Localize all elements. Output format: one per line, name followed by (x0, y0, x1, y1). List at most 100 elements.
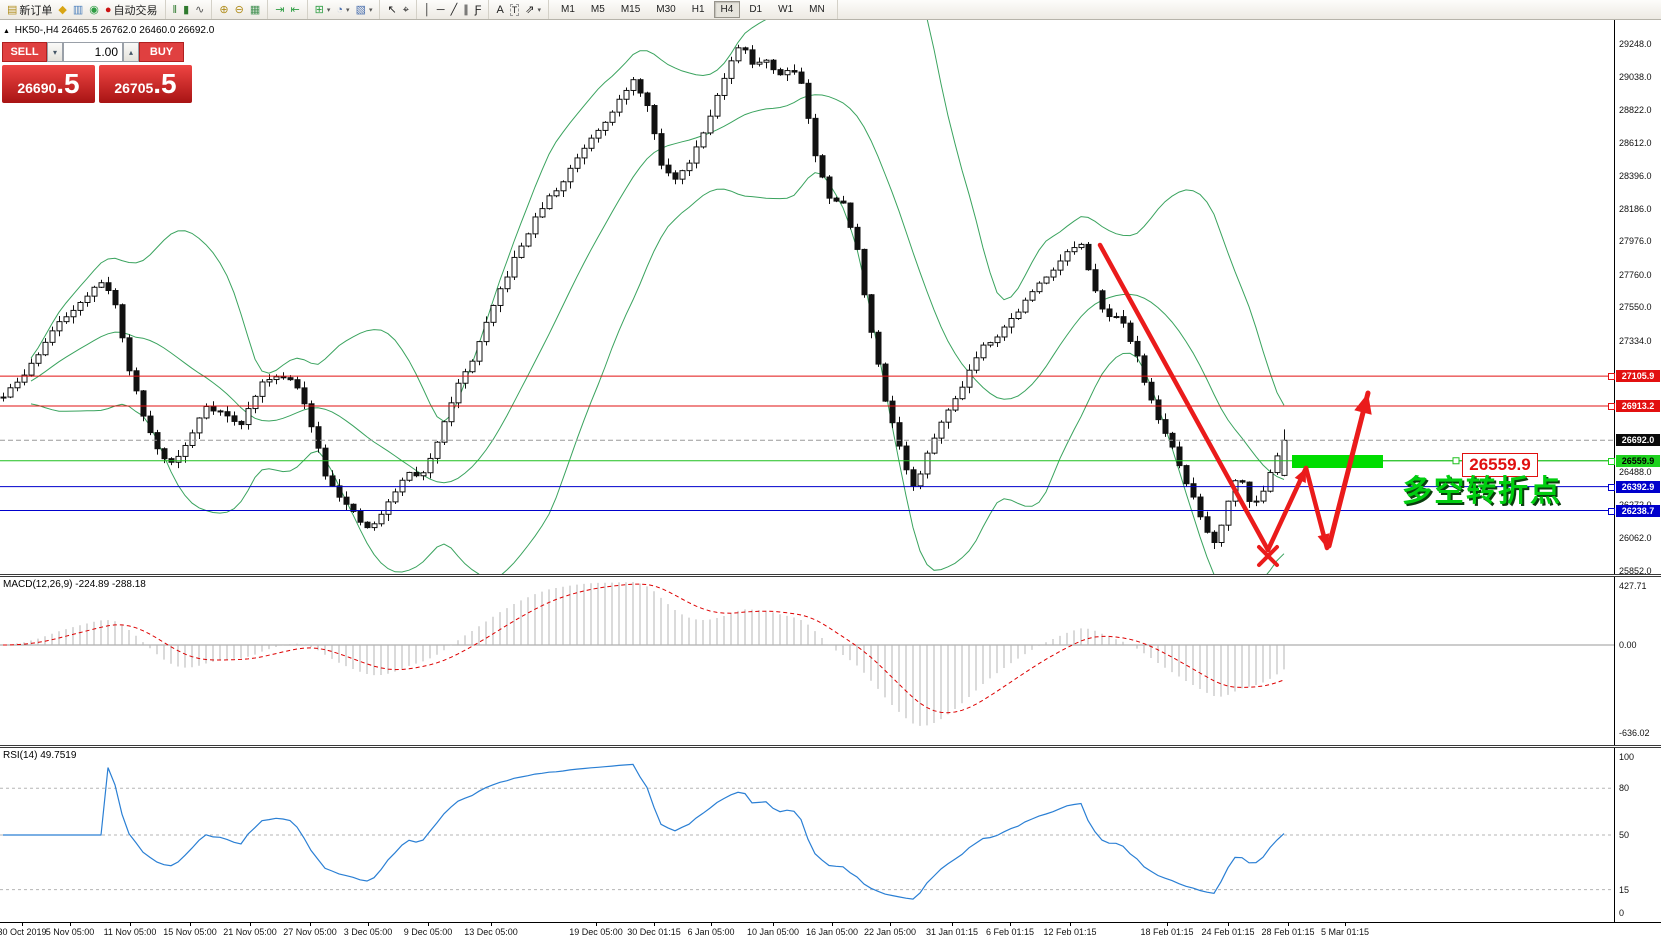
indicators-icon: ⊞ (315, 2, 324, 18)
time-axis-label: 19 Dec 05:00 (569, 927, 623, 937)
time-axis-label: 27 Nov 05:00 (283, 927, 337, 937)
price-axis-tick: 29038.0 (1619, 72, 1652, 82)
time-axis-label: 5 Nov 05:00 (46, 927, 95, 937)
time-axis-label: 22 Jan 05:00 (864, 927, 916, 937)
time-axis-tick (428, 922, 429, 926)
macd-axis-tick: 0.00 (1619, 640, 1637, 650)
crosshair-button[interactable]: ⌖ (400, 2, 412, 18)
timeframe-m1-button[interactable]: M1 (554, 1, 582, 18)
time-axis-tick (310, 922, 311, 926)
arrows-button[interactable]: ⇗▾ (522, 2, 544, 18)
indicators-button[interactable]: ⊞▾ (312, 2, 334, 18)
volume-increase-button[interactable]: ▴ (123, 42, 139, 62)
toolbar: ▤新订单◆▥◉●自动交易ǁ▮∿⊕⊖▦⇥⇤⊞▾◔▾▧▾↖⌖│─╱∥ƑAT⇗▾M1M… (0, 0, 1661, 20)
auto-scroll-button[interactable]: ⇥ (272, 2, 287, 18)
indicators-dropdown-icon[interactable]: ▾ (327, 6, 331, 14)
price-axis-tick: 28396.0 (1619, 171, 1652, 181)
fibonacci-button[interactable]: Ƒ (472, 2, 485, 18)
chart-shift-button[interactable]: ⇤ (287, 2, 302, 18)
text-icon: A (496, 2, 503, 18)
autotrading-button[interactable]: ●自动交易 (102, 2, 161, 18)
text-button[interactable]: A (493, 2, 506, 18)
timeframe-w1-button[interactable]: W1 (771, 1, 800, 18)
buy-button[interactable]: BUY (139, 42, 184, 62)
time-axis-tick (70, 922, 71, 926)
tile-windows-button[interactable]: ▦ (247, 2, 263, 18)
bar-chart-icon: ǁ (173, 2, 178, 18)
templates-button[interactable]: ▧▾ (353, 2, 376, 18)
bar-chart-button[interactable]: ǁ (170, 2, 181, 18)
screens-icon: ▥ (73, 2, 83, 18)
time-axis-label: 15 Nov 05:00 (163, 927, 217, 937)
channel-button[interactable]: ∥ (460, 2, 472, 18)
new-order-button[interactable]: ▤新订单 (4, 2, 55, 18)
time-axis-tick (491, 922, 492, 926)
time-axis-tick (250, 922, 251, 926)
time-axis-tick (1070, 922, 1071, 926)
price-level-chip: 26238.7 (1616, 505, 1660, 517)
volume-input[interactable] (63, 42, 123, 62)
zoom-out-button[interactable]: ⊖ (232, 2, 247, 18)
crosshair-icon: ⌖ (403, 2, 409, 18)
cursor-button[interactable]: ↖ (384, 2, 399, 18)
rsi-canvas[interactable] (0, 748, 1614, 922)
one-click-trading-panel: SELL ▾ ▴ BUY 26690 .5 26705 .5 (2, 42, 192, 103)
new-order-icon: ▤ (7, 2, 17, 18)
macd-axis-tick: -636.02 (1619, 728, 1650, 738)
vertical-line-icon: │ (424, 2, 431, 18)
periods-button[interactable]: ◔▾ (333, 2, 352, 18)
line-chart-icon: ∿ (195, 2, 204, 18)
sell-price-frac: .5 (56, 67, 79, 101)
signals-button[interactable]: ◉ (86, 2, 102, 18)
new-order-label: 新订单 (19, 2, 52, 18)
macd-canvas[interactable] (0, 577, 1614, 745)
zoom-in-button[interactable]: ⊕ (216, 2, 231, 18)
symbol-info-line: ▲ HK50-,H4 26465.5 26762.0 26460.0 26692… (3, 25, 214, 36)
pane-divider[interactable] (0, 745, 1661, 748)
time-axis-label: 9 Dec 05:00 (404, 927, 453, 937)
horizontal-line-button[interactable]: ─ (434, 2, 448, 18)
sell-price-button[interactable]: 26690 .5 (2, 65, 95, 103)
buy-price-button[interactable]: 26705 .5 (99, 65, 192, 103)
timeframe-d1-button[interactable]: D1 (742, 1, 769, 18)
vertical-line-button[interactable]: │ (421, 2, 434, 18)
time-axis-tick (654, 922, 655, 926)
candlestick-chart-button[interactable]: ▮ (180, 2, 192, 18)
sell-button[interactable]: SELL (2, 42, 47, 62)
chart-window-button[interactable]: ◆ (55, 2, 69, 18)
pane-divider[interactable] (0, 574, 1661, 577)
signal-icon: ◉ (89, 2, 99, 18)
templates-dropdown-icon[interactable]: ▾ (369, 6, 373, 14)
time-axis-tick (1228, 922, 1229, 926)
clock-icon: ◔ (336, 2, 343, 18)
price-axis-tick: 27976.0 (1619, 236, 1652, 246)
timeframe-h4-button[interactable]: H4 (714, 1, 741, 18)
time-axis-label: 10 Jan 05:00 (747, 927, 799, 937)
template-icon: ▧ (356, 2, 366, 18)
timeframe-m15-button[interactable]: M15 (614, 1, 647, 18)
auto-scroll-icon: ⇥ (275, 2, 284, 18)
time-axis-label: 6 Feb 01:15 (986, 927, 1034, 937)
timeframe-m5-button[interactable]: M5 (584, 1, 612, 18)
market-watch-button[interactable]: ▥ (70, 2, 86, 18)
periods-dropdown-icon[interactable]: ▾ (346, 6, 350, 14)
timeframe-mn-button[interactable]: MN (802, 1, 832, 18)
line-chart-button[interactable]: ∿ (192, 2, 207, 18)
rsi-axis-tick: 80 (1619, 783, 1629, 793)
text-label-button[interactable]: T (507, 2, 523, 18)
rsi-axis-tick: 15 (1619, 885, 1629, 895)
price-level-chip: 26692.0 (1616, 434, 1660, 446)
chart-shift-icon: ⇤ (290, 2, 299, 18)
arrows-dropdown-icon[interactable]: ▾ (538, 6, 542, 14)
time-axis-label: 30 Dec 01:15 (627, 927, 681, 937)
zoom-in-icon: ⊕ (219, 2, 228, 18)
level-connector-icon (1608, 484, 1615, 491)
main-chart-canvas[interactable] (0, 20, 1614, 574)
timeframe-m30-button[interactable]: M30 (649, 1, 682, 18)
level-connector-icon (1608, 403, 1615, 410)
trendline-button[interactable]: ╱ (448, 2, 461, 18)
timeframe-h1-button[interactable]: H1 (685, 1, 712, 18)
arrows-icon: ⇗ (525, 2, 534, 18)
volume-decrease-button[interactable]: ▾ (47, 42, 63, 62)
turning-point-note[interactable]: 多空转折点 (1402, 466, 1562, 510)
